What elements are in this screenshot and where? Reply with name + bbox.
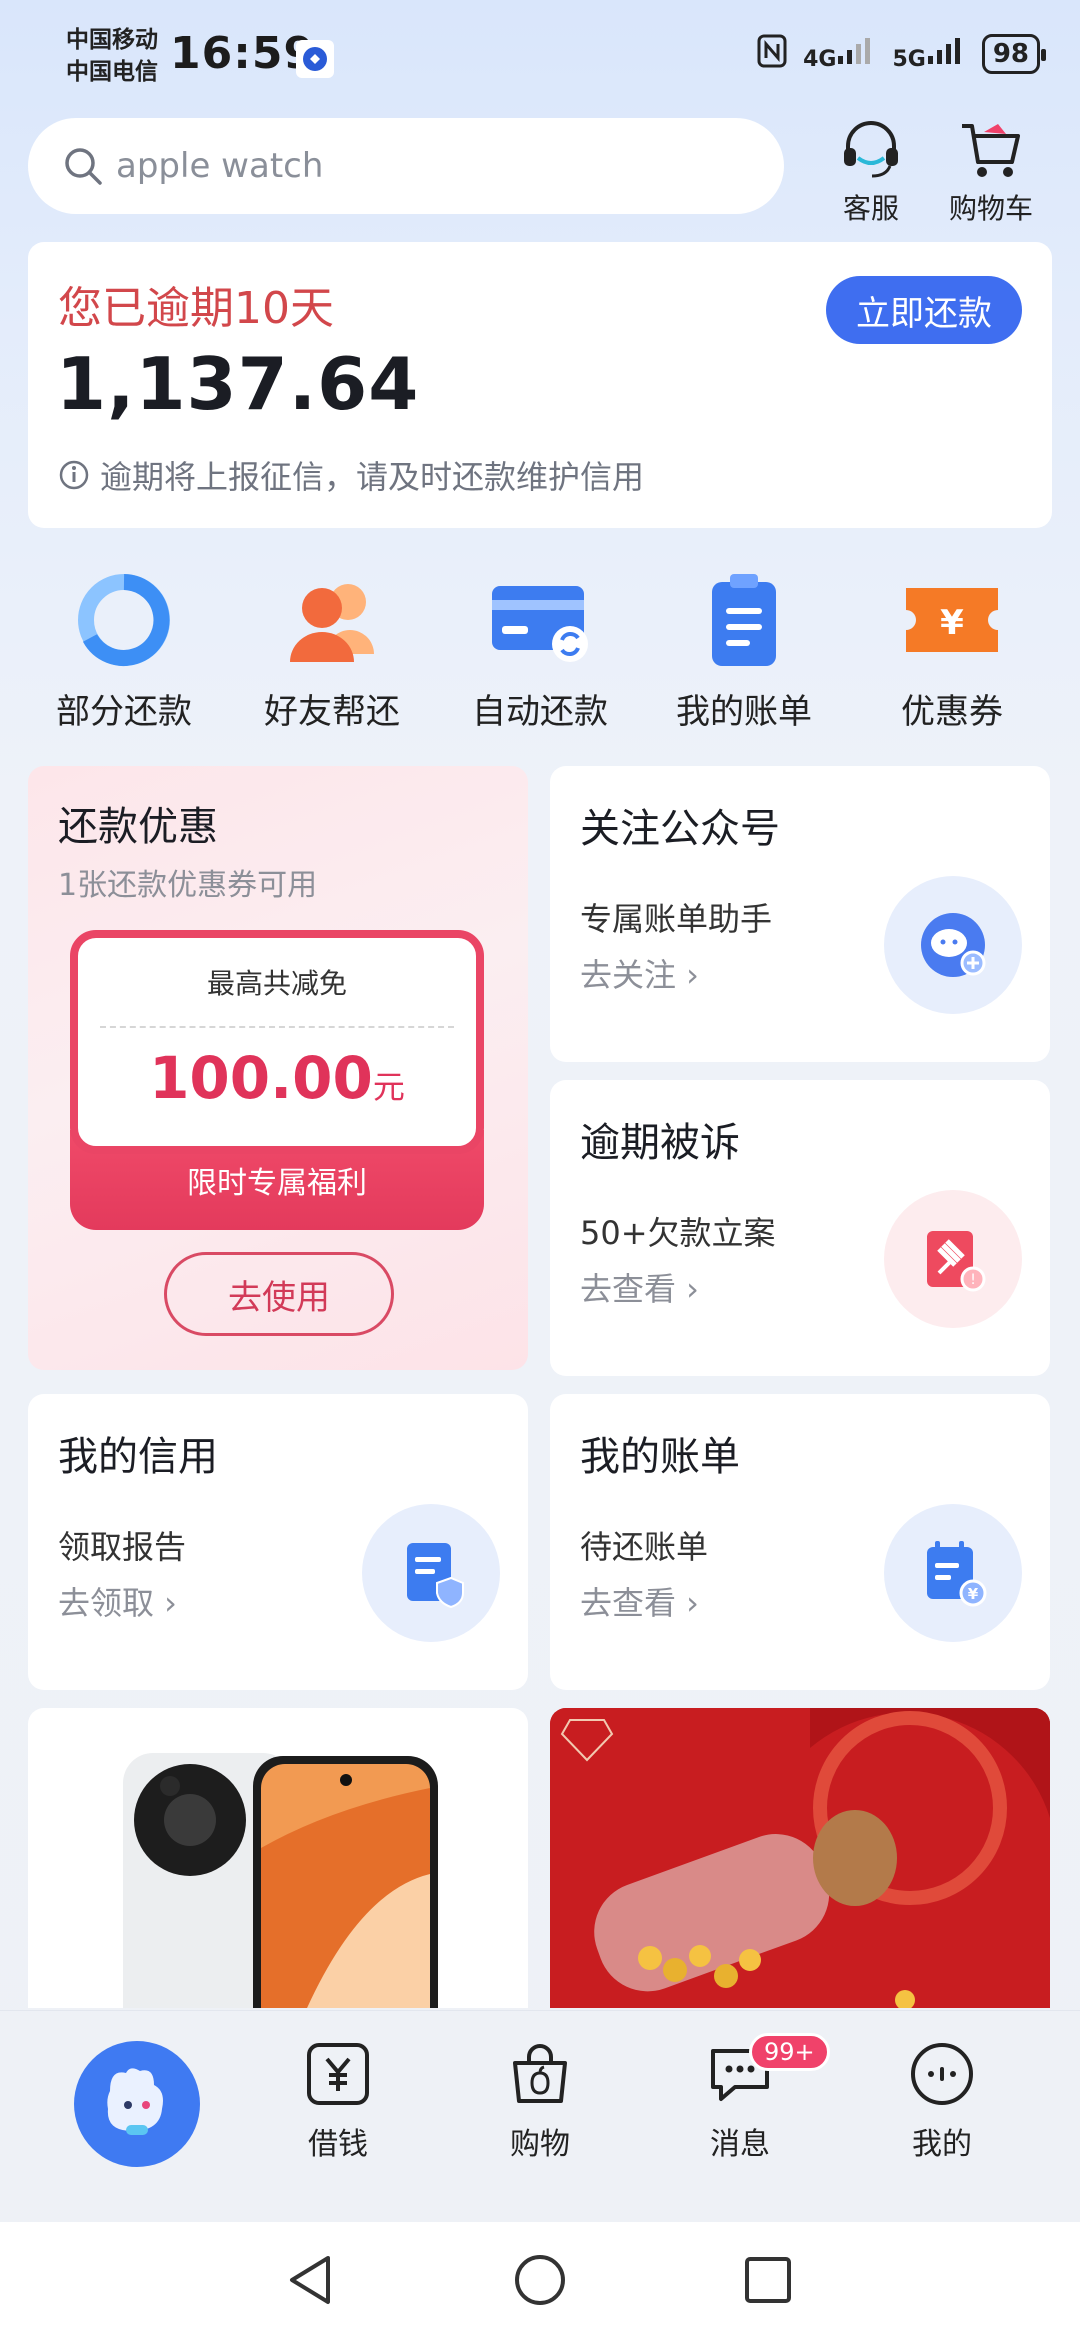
repay-now-button[interactable]: 立即还款: [826, 276, 1022, 344]
tile-subtitle: 50+欠款立案: [580, 1214, 776, 1252]
wechat-icon: [884, 876, 1022, 1014]
quick-action-partial-repay[interactable]: 部分还款: [24, 570, 224, 733]
quick-action-auto-repay[interactable]: 自动还款: [440, 570, 640, 733]
svg-text:¥: ¥: [968, 1585, 979, 1603]
quick-action-label: 自动还款: [472, 692, 608, 732]
network-5g: 5G: [892, 36, 965, 72]
app-notification-icon: [296, 40, 334, 78]
headset-icon: [816, 118, 926, 187]
my-bill-card[interactable]: 我的账单 待还账单 去查看 › ¥: [550, 1394, 1050, 1690]
profile-dots-icon: [862, 2039, 1022, 2113]
quick-action-label: 优惠券: [901, 692, 1003, 732]
bill-clipboard-icon: [694, 570, 794, 670]
nav-label: 我的: [912, 2127, 972, 2162]
promo-subtitle: 1张还款优惠券可用: [58, 868, 318, 903]
coupon-yen-icon: ¥: [902, 570, 1002, 670]
overdue-lawsuit-card[interactable]: 逾期被诉 50+欠款立案 去查看 › !: [550, 1080, 1050, 1376]
nav-messages[interactable]: 99+ 消息: [660, 2033, 830, 2163]
quick-action-label: 部分还款: [56, 692, 192, 732]
quick-action-my-bill[interactable]: 我的账单: [644, 570, 844, 733]
tile-link[interactable]: 去查看 ›: [580, 1578, 699, 1624]
bottom-navigation: 借钱 购物 99+ 消息 我的: [0, 2010, 1080, 2223]
status-time: 16:59: [170, 28, 316, 79]
donut-chart-icon: [74, 570, 174, 670]
overdue-note: 逾期将上报征信，请及时还款维护信用: [58, 452, 644, 498]
carrier-info: 中国移动 中国电信: [66, 24, 158, 88]
tile-link[interactable]: 去领取 ›: [58, 1578, 177, 1624]
tile-title: 我的信用: [58, 1434, 218, 1480]
nav-borrow[interactable]: 借钱: [258, 2039, 418, 2163]
carrier-2: 中国电信: [66, 59, 158, 85]
coupon-footer-text: 限时专属福利: [187, 1166, 367, 1201]
shopping-bag-icon: [460, 2039, 620, 2113]
quick-action-label: 好友帮还: [264, 692, 400, 732]
network-4g: 4G: [803, 36, 876, 72]
status-indicators: 4G 5G 98: [757, 34, 1047, 74]
tile-title: 我的账单: [580, 1434, 740, 1480]
coupon-amount: 100.00元: [149, 1044, 405, 1112]
tile-title: 逾期被诉: [580, 1120, 740, 1166]
recent-apps-icon[interactable]: [742, 2254, 794, 2310]
friends-icon: [282, 570, 382, 670]
quick-action-coupon[interactable]: ¥ 优惠券: [852, 570, 1052, 733]
info-icon: [58, 459, 90, 491]
overdue-title: 您已逾期10天: [58, 283, 334, 334]
nav-shopping[interactable]: 购物: [460, 2039, 620, 2163]
overdue-note-text: 逾期将上报征信，请及时还款维护信用: [100, 458, 645, 496]
tile-title: 关注公众号: [580, 806, 780, 852]
overdue-amount: 1,137.64: [56, 342, 420, 426]
follow-official-account-card[interactable]: 关注公众号 专属账单助手 去关注 ›: [550, 766, 1050, 1062]
bill-yen-icon: ¥: [884, 1504, 1022, 1642]
credit-report-icon: [362, 1504, 500, 1642]
system-navigation-bar: [0, 2222, 1080, 2340]
cart-icon: [936, 118, 1046, 187]
repay-discount-card[interactable]: 还款优惠 1张还款优惠券可用 最高共减免 100.00元 限时专属福利 去使用: [28, 766, 528, 1370]
mascot-icon[interactable]: [74, 2041, 200, 2167]
search-placeholder: apple watch: [116, 146, 324, 186]
battery-indicator: 98: [981, 34, 1047, 74]
tile-link[interactable]: 去查看 ›: [580, 1264, 699, 1310]
coupon-divider: [100, 1026, 454, 1028]
cart-label: 购物车: [948, 192, 1033, 225]
message-badge: 99+: [749, 2033, 830, 2071]
my-credit-card[interactable]: 我的信用 领取报告 去领取 ›: [28, 1394, 528, 1690]
nav-label: 购物: [510, 2127, 570, 2162]
nav-profile[interactable]: 我的: [862, 2039, 1022, 2163]
nfc-icon: [757, 34, 787, 74]
quick-action-friend-repay[interactable]: 好友帮还: [232, 570, 432, 733]
chat-icon: [705, 2049, 775, 2113]
gavel-icon: !: [884, 1190, 1022, 1328]
product-phone-image[interactable]: [28, 1708, 528, 2008]
yen-box-icon: [258, 2039, 418, 2113]
svg-text:!: !: [970, 1272, 976, 1288]
coupon-ticket: 最高共减免 100.00元 限时专属福利: [70, 930, 484, 1230]
promo-title: 还款优惠: [58, 804, 218, 850]
card-autopay-icon: [490, 570, 590, 670]
svg-text:¥: ¥: [940, 603, 964, 643]
product-gold-image[interactable]: [550, 1708, 1050, 2008]
cart-button[interactable]: 购物车: [936, 118, 1046, 227]
nav-label: 消息: [710, 2127, 770, 2162]
home-icon[interactable]: [512, 2252, 568, 2312]
customer-service-button[interactable]: 客服: [816, 118, 926, 227]
coupon-body: 最高共减免 100.00元: [70, 930, 484, 1154]
tile-subtitle: 专属账单助手: [580, 900, 773, 938]
nav-label: 借钱: [308, 2127, 368, 2162]
carrier-1: 中国移动: [66, 27, 158, 53]
service-label: 客服: [842, 192, 899, 225]
tile-subtitle: 待还账单: [580, 1528, 709, 1566]
coupon-label: 最高共减免: [206, 967, 347, 1000]
use-coupon-button[interactable]: 去使用: [164, 1252, 394, 1336]
back-icon[interactable]: [284, 2252, 336, 2312]
tile-link[interactable]: 去关注 ›: [580, 950, 699, 996]
search-icon: [62, 145, 104, 187]
tile-subtitle: 领取报告: [58, 1528, 187, 1566]
overdue-card[interactable]: 您已逾期10天 1,137.64 逾期将上报征信，请及时还款维护信用 立即还款: [28, 242, 1052, 528]
quick-action-label: 我的账单: [676, 692, 812, 732]
search-input[interactable]: apple watch: [28, 118, 784, 214]
